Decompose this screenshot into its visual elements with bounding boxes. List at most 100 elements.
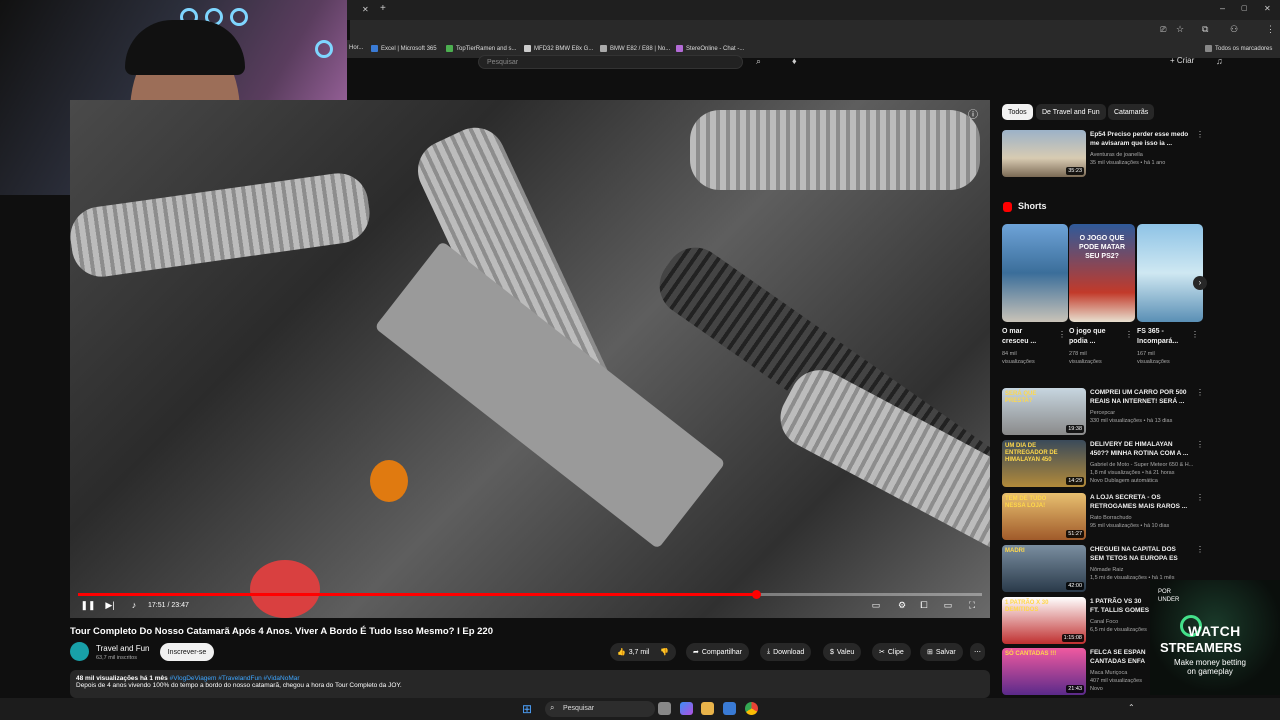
rec-title[interactable]: COMPREI UM CARRO POR 500 REAIS NA INTERNE…: [1090, 388, 1194, 406]
pause-icon[interactable]: ❚❚: [80, 598, 95, 612]
short-views: 278 mil visualizações: [1069, 351, 1102, 365]
video-thumbnail[interactable]: 35:23: [1002, 130, 1086, 177]
file-explorer-icon[interactable]: [701, 702, 714, 715]
more-icon[interactable]: ⋮: [1196, 440, 1204, 449]
rec-title[interactable]: DELIVERY DE HIMALAYAN 450?? MINHA ROTINA …: [1090, 440, 1194, 458]
more-icon[interactable]: ⋮: [1196, 545, 1204, 554]
new-tab-icon[interactable]: +: [380, 3, 386, 14]
rec-title[interactable]: CHEGUEI NA CAPITAL DOS SEM TETOS NA EUROP…: [1090, 545, 1194, 563]
bookmark-item[interactable]: Hor...: [349, 45, 363, 51]
chip-channel[interactable]: De Travel and Fun: [1036, 104, 1106, 120]
watch-streamers-overlay: POR UNDER WATCH STREAMERS Make money bet…: [1150, 580, 1280, 695]
avatar[interactable]: [70, 642, 89, 661]
progress-bar[interactable]: [78, 590, 982, 599]
subtitles-icon[interactable]: ▭: [870, 598, 882, 612]
windows-start-icon[interactable]: ⊞: [522, 702, 532, 716]
mic-icon[interactable]: ♦: [792, 56, 797, 66]
shorts-next-icon[interactable]: ›: [1193, 276, 1207, 290]
progress-scrubber[interactable]: [752, 590, 761, 599]
next-icon[interactable]: ▶|: [104, 598, 116, 612]
taskbar-tray-icon[interactable]: ⌃: [1128, 703, 1135, 712]
chip-catamarans[interactable]: Catamarãs: [1108, 104, 1155, 120]
menu-icon[interactable]: ⋮: [1266, 24, 1275, 35]
subscribe-button[interactable]: Inscrever-se: [160, 643, 214, 661]
clip-button[interactable]: ✂ Clipe: [872, 643, 911, 661]
notifications-icon[interactable]: ♫: [1216, 56, 1223, 66]
scissors-icon: ✂: [879, 649, 885, 656]
settings-icon[interactable]: ⚙: [896, 598, 908, 612]
all-bookmarks[interactable]: Todos os marcadores: [1205, 45, 1272, 52]
video-thumbnail[interactable]: SERÁ QUE PRESTA? 19:38: [1002, 388, 1086, 435]
description-box[interactable]: 48 mil visualizações há 1 mês #VlogDeVia…: [70, 670, 990, 698]
bookmark-item[interactable]: MFD32 BMW E8x G...: [524, 45, 593, 52]
minimize-icon[interactable]: –: [1220, 3, 1225, 13]
like-button[interactable]: 👍 3,7 mil 👎: [610, 643, 677, 661]
cast-icon[interactable]: ⎚: [1160, 25, 1166, 35]
volume-icon[interactable]: ♪: [128, 598, 140, 612]
overlay-brand-1: WATCH: [1188, 623, 1241, 639]
video-player[interactable]: ⓘ ❚❚ ▶| ♪ 17:51 / 23:47 ▭ ⚙ ⧠ ▭ ⛶: [70, 100, 990, 618]
rec-title[interactable]: A LOJA SECRETA - OS RETROGAMES MAIS RAROS…: [1090, 493, 1194, 511]
thanks-label: Valeu: [836, 648, 855, 656]
channel-name[interactable]: Travel and Fun: [96, 644, 150, 653]
bookmark-item[interactable]: StereOnline - Chat -...: [676, 45, 744, 52]
video-thumbnail[interactable]: UM DIA DE ENTREGADOR DE HIMALAYAN 450 14:…: [1002, 440, 1086, 487]
thumb-text: MADRI: [1005, 548, 1025, 554]
chrome-icon[interactable]: [745, 702, 758, 715]
more-icon[interactable]: ⋮: [1058, 330, 1066, 339]
theater-icon[interactable]: ▭: [942, 598, 954, 612]
search-input[interactable]: Pesquisar: [478, 55, 743, 69]
fan-light: [230, 8, 248, 26]
video-thumbnail[interactable]: SÓ CANTADAS !!! 21:43: [1002, 648, 1086, 695]
short-title[interactable]: FS 365 - Incompará...: [1137, 327, 1197, 347]
rec-title[interactable]: Ep54 Preciso perder esse medo me avisaram…: [1090, 130, 1188, 148]
chip-all[interactable]: Todos: [1002, 104, 1033, 120]
bookmark-star-icon[interactable]: ☆: [1176, 24, 1184, 35]
more-icon[interactable]: ⋮: [1191, 330, 1199, 339]
hashtags[interactable]: #VlogDeViagem #TravelandFun #VidaNoMar: [170, 675, 300, 682]
bookmark-item[interactable]: Excel | Microsoft 365: [371, 45, 437, 52]
more-actions-button[interactable]: ⋯: [970, 643, 985, 661]
taskbar-search[interactable]: Pesquisar: [545, 701, 655, 717]
more-icon[interactable]: ⋮: [1125, 330, 1133, 339]
more-icon[interactable]: ⋮: [1196, 388, 1204, 397]
more-icon[interactable]: ⋮: [1196, 130, 1204, 139]
miniplayer-icon[interactable]: ⧠: [918, 598, 930, 612]
duration-badge: 14:29: [1066, 477, 1084, 485]
fullscreen-icon[interactable]: ⛶: [966, 598, 978, 612]
search-icon[interactable]: ⌕: [756, 56, 761, 67]
short-views: 84 mil visualizações: [1002, 351, 1035, 365]
maximize-icon[interactable]: ▢: [1241, 4, 1248, 12]
store-icon[interactable]: [723, 702, 736, 715]
task-view-icon[interactable]: [658, 702, 671, 715]
video-thumbnail[interactable]: TEM DE TUDO NESSA LOJA! 51:27: [1002, 493, 1086, 540]
share-button[interactable]: ➦ Compartilhar: [686, 643, 749, 661]
window-close-icon[interactable]: ✕: [1264, 4, 1271, 13]
rec-meta: Rato Borrachudo 95 mil visualizações • há…: [1090, 515, 1170, 529]
copilot-icon[interactable]: [680, 702, 693, 715]
more-icon[interactable]: ⋮: [1196, 493, 1204, 502]
save-button[interactable]: ⊞ Salvar: [920, 643, 963, 661]
short-thumbnail[interactable]: [1137, 224, 1203, 322]
download-button[interactable]: ⤓ Download: [760, 643, 812, 661]
profile-icon[interactable]: ⚇: [1230, 24, 1238, 35]
thumb-text: SÓ CANTADAS !!!: [1005, 651, 1057, 657]
short-thumbnail[interactable]: [1002, 224, 1068, 322]
short-title[interactable]: O mar cresceu ...: [1002, 327, 1062, 347]
thanks-button[interactable]: $ Valeu: [823, 643, 862, 661]
thumbs-down-icon[interactable]: 👎: [660, 648, 669, 656]
bookmark-item[interactable]: TopTierRamen and s...: [446, 45, 516, 52]
duration-badge: 42:00: [1066, 582, 1084, 590]
video-thumbnail[interactable]: MADRI 42:00: [1002, 545, 1086, 592]
short-title[interactable]: O jogo que podia ...: [1069, 327, 1129, 347]
extensions-icon[interactable]: ⧉: [1202, 24, 1208, 35]
thumb-text: 1 PATRÃO X 30 DEMITIDOS: [1005, 600, 1049, 613]
short-thumbnail[interactable]: O JOGO QUE PODE MATAR SEU PS2?: [1069, 224, 1135, 322]
create-button[interactable]: + Criar: [1170, 56, 1194, 65]
tab-close-icon[interactable]: ✕: [362, 5, 369, 14]
video-thumbnail[interactable]: 1 PATRÃO X 30 DEMITIDOS 1:15:08: [1002, 597, 1086, 644]
info-icon[interactable]: ⓘ: [968, 106, 978, 121]
bookmark-item[interactable]: BMW E82 / E88 | No...: [600, 45, 670, 52]
clip-label: Clipe: [887, 648, 904, 656]
address-bar-area: ⎚ ☆ ⧉ ⚇ ⋮: [350, 20, 1280, 40]
